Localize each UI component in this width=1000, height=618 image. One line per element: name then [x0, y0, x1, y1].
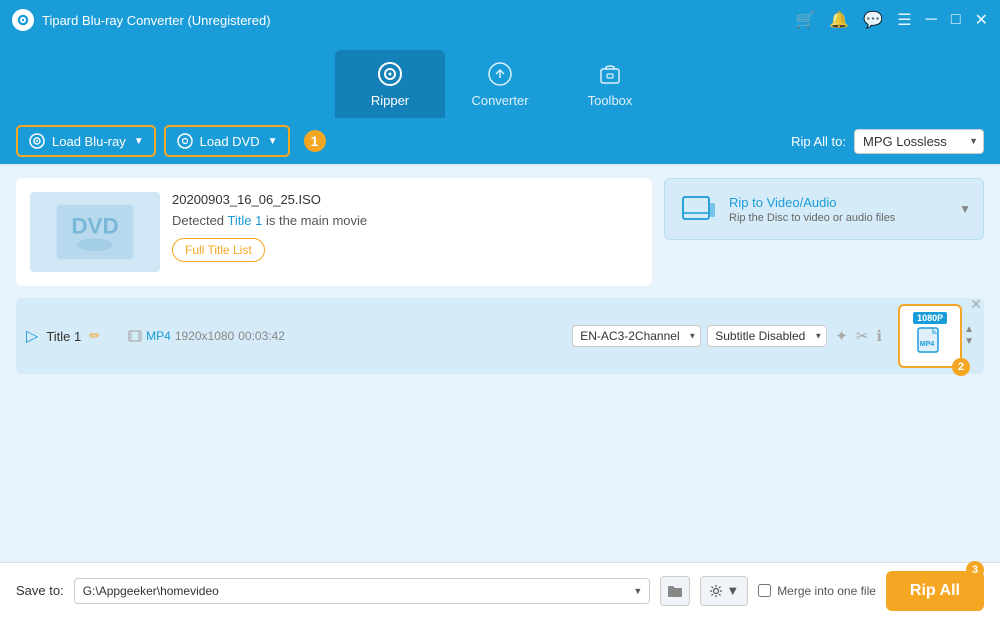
settings-dropdown-arrow: ▼: [726, 583, 739, 598]
load-bluray-label: Load Blu-ray: [52, 134, 126, 149]
close-button[interactable]: ✕: [975, 10, 988, 30]
step3-badge: 3: [966, 561, 984, 579]
settings-button[interactable]: ▼: [700, 576, 748, 606]
tab-toolbox-label: Toolbox: [588, 93, 633, 108]
nav-bar: Ripper Converter Toolbox: [0, 40, 1000, 118]
track-row: ▷ Title 1 ✏ MP4 1920x1080 00:03:42: [16, 298, 984, 374]
tab-ripper-label: Ripper: [371, 93, 409, 108]
play-button[interactable]: ▷: [26, 326, 38, 346]
rip-to-subtitle: Rip the Disc to video or audio files: [729, 212, 895, 224]
tab-ripper[interactable]: Ripper: [335, 50, 445, 118]
folder-icon: [667, 584, 683, 598]
svg-text:MP4: MP4: [920, 341, 935, 348]
load-bluray-arrow: ▼: [134, 136, 144, 147]
full-title-list-button[interactable]: Full Title List: [172, 238, 265, 262]
load-dvd-button[interactable]: Load DVD ▼: [164, 125, 290, 157]
file-detected-text: Detected Title 1 is the main movie: [172, 213, 638, 228]
load-bluray-button[interactable]: Load Blu-ray ▼: [16, 125, 156, 157]
track-format: MP4: [146, 329, 171, 343]
rip-format-select[interactable]: MPG Lossless: [854, 129, 984, 154]
tab-converter-label: Converter: [471, 93, 528, 108]
window-controls: 🛒 🔔 💬 ☰ ─ □ ✕: [795, 10, 988, 30]
rip-all-to-label: Rip All to:: [791, 134, 846, 149]
dvd-thumbnail: DVD: [30, 192, 160, 272]
title-bar: Tipard Blu-ray Converter (Unregistered) …: [0, 0, 1000, 40]
bell-icon[interactable]: 🔔: [829, 10, 849, 30]
badge-resolution-label: 1080P: [913, 312, 947, 324]
merge-label[interactable]: Merge into one file: [777, 584, 876, 598]
track-selects: EN-AC3-2Channel Subtitle Disabled: [572, 325, 827, 347]
menu-icon[interactable]: ☰: [897, 10, 911, 30]
file-info-card: DVD 20200903_16_06_25.ISO Detected Title…: [16, 178, 652, 286]
badge-down-arrow[interactable]: ▼: [964, 336, 974, 348]
maximize-button[interactable]: □: [951, 11, 961, 29]
main-content: DVD 20200903_16_06_25.ISO Detected Title…: [0, 166, 1000, 618]
output-badge-area: ✕ 1080P MP4 2 ▲ ▼: [890, 304, 974, 368]
track-title: Title 1: [46, 329, 81, 344]
browse-folder-button[interactable]: [660, 576, 690, 606]
rip-to-expand-icon[interactable]: ▼: [959, 202, 971, 216]
trim-icon[interactable]: ✦: [835, 327, 848, 345]
audio-track-select[interactable]: EN-AC3-2Channel: [572, 325, 701, 347]
badge-file-icon: MP4: [916, 326, 944, 361]
save-path-select[interactable]: G:\Appgeeker\homevideo: [74, 578, 651, 604]
rip-to-icon: [681, 191, 717, 227]
save-to-label: Save to:: [16, 583, 64, 598]
filmstrip-icon: [128, 329, 142, 343]
app-body: Tipard Blu-ray Converter (Unregistered) …: [0, 0, 1000, 618]
app-title: Tipard Blu-ray Converter (Unregistered): [42, 13, 271, 28]
badge-up-arrow[interactable]: ▲: [964, 324, 974, 336]
rip-to-card[interactable]: Rip to Video/Audio Rip the Disc to video…: [664, 178, 984, 240]
track-duration: 00:03:42: [238, 329, 285, 343]
subtitle-select[interactable]: Subtitle Disabled: [707, 325, 827, 347]
rip-to-text: Rip to Video/Audio Rip the Disc to video…: [729, 195, 895, 224]
message-icon[interactable]: 💬: [863, 10, 883, 30]
toolbar: Load Blu-ray ▼ Load DVD ▼ 1 Rip All to: …: [0, 118, 1000, 166]
file-details: 20200903_16_06_25.ISO Detected Title 1 i…: [172, 192, 638, 262]
svg-text:DVD: DVD: [71, 214, 118, 239]
badge-arrows: ▲ ▼: [964, 324, 974, 348]
merge-checkbox-area: Merge into one file: [758, 584, 876, 598]
tab-toolbox[interactable]: Toolbox: [555, 50, 665, 118]
rip-to-title: Rip to Video/Audio: [729, 195, 895, 210]
file-section: DVD 20200903_16_06_25.ISO Detected Title…: [16, 178, 984, 286]
tab-converter[interactable]: Converter: [445, 50, 555, 118]
file-name: 20200903_16_06_25.ISO: [172, 192, 638, 207]
load-dvd-arrow: ▼: [268, 136, 278, 147]
track-info: MP4 1920x1080 00:03:42: [128, 329, 285, 343]
cut-icon[interactable]: ✂: [856, 327, 869, 345]
gear-icon: [709, 584, 723, 598]
cart-icon[interactable]: 🛒: [795, 10, 815, 30]
edit-icon[interactable]: ✏: [89, 328, 100, 344]
load-dvd-label: Load DVD: [200, 134, 260, 149]
merge-checkbox[interactable]: [758, 584, 771, 597]
remove-track-button[interactable]: ✕: [970, 296, 982, 313]
bottom-bar: Save to: G:\Appgeeker\homevideo ▼ Merge …: [0, 562, 1000, 618]
app-logo: [12, 9, 34, 31]
save-path-wrapper: G:\Appgeeker\homevideo: [74, 578, 651, 604]
output-badge-number: 2: [952, 358, 970, 376]
info-icon[interactable]: ℹ: [876, 327, 882, 345]
track-action-icons: ✦ ✂ ℹ: [835, 327, 882, 345]
output-format-badge[interactable]: 1080P MP4 2: [898, 304, 962, 368]
minimize-button[interactable]: ─: [926, 11, 937, 29]
detected-label: Detected: [172, 213, 224, 228]
main-movie-text: is the main movie: [266, 213, 367, 228]
step1-badge: 1: [304, 130, 326, 152]
title-link[interactable]: Title 1: [227, 213, 262, 228]
track-resolution: 1920x1080: [175, 329, 234, 343]
rip-all-to: Rip All to: MPG Lossless: [791, 129, 984, 154]
